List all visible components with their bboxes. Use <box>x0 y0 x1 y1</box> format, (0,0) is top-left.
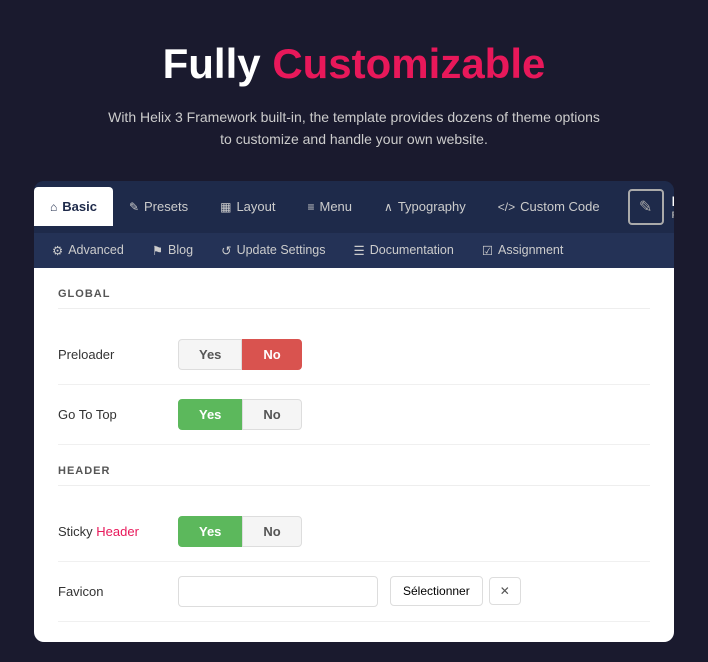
hero-title: Fully Customizable <box>104 40 604 88</box>
menu-icon: ≡ <box>307 200 314 214</box>
content-area: GLOBAL Preloader Yes No Go To Top Yes No… <box>34 268 674 642</box>
code-icon: </> <box>498 200 515 214</box>
go-to-top-yes-btn[interactable]: Yes <box>178 399 242 430</box>
tab-assignment[interactable]: ☑ Assignment <box>468 233 578 268</box>
favicon-controls: Sélectionner ✕ <box>178 576 521 607</box>
home-icon: ⌂ <box>50 200 57 214</box>
global-section-label: GLOBAL <box>58 288 650 309</box>
tab-documentation[interactable]: ☰ Documentation <box>340 233 468 268</box>
nav-row-1: ⌂ Basic ✎ Presets ▦ Layout ≡ Menu ∧ Typo… <box>34 181 674 233</box>
favicon-input[interactable] <box>178 576 378 607</box>
tab-custom-code-label: Custom Code <box>520 199 599 214</box>
tab-presets[interactable]: ✎ Presets <box>113 187 204 226</box>
tab-assignment-label: Assignment <box>498 243 563 257</box>
preloader-row: Preloader Yes No <box>58 325 650 385</box>
sticky-header-toggle: Yes No <box>178 516 302 547</box>
helix-logo-text: HELIX3 FRAMEWORK <box>672 193 674 221</box>
tab-custom-code[interactable]: </> Custom Code <box>482 187 616 226</box>
sticky-header-yes-btn[interactable]: Yes <box>178 516 242 547</box>
doc-icon: ☰ <box>354 243 365 258</box>
preloader-no-btn[interactable]: No <box>242 339 301 370</box>
assignment-icon: ☑ <box>482 243 493 258</box>
sticky-header-label: Sticky Header <box>58 524 178 539</box>
tab-basic[interactable]: ⌂ Basic <box>34 187 113 226</box>
go-to-top-toggle: Yes No <box>178 399 302 430</box>
tab-blog[interactable]: ⚑ Blog <box>138 233 207 268</box>
favicon-label: Favicon <box>58 584 178 599</box>
panel-container: ⌂ Basic ✎ Presets ▦ Layout ≡ Menu ∧ Typo… <box>34 181 674 642</box>
tab-layout[interactable]: ▦ Layout <box>204 187 291 226</box>
preloader-yes-btn[interactable]: Yes <box>178 339 242 370</box>
tab-typography[interactable]: ∧ Typography <box>368 187 482 226</box>
tab-menu[interactable]: ≡ Menu <box>291 187 368 226</box>
go-to-top-row: Go To Top Yes No <box>58 385 650 445</box>
hero-title-plain: Fully <box>163 40 273 87</box>
header-section: HEADER Sticky Header Yes No Favicon Séle… <box>58 465 650 622</box>
hero-section: Fully Customizable With Helix 3 Framewor… <box>44 0 664 181</box>
tab-typography-label: Typography <box>398 199 466 214</box>
update-icon: ↺ <box>221 243 231 258</box>
blog-icon: ⚑ <box>152 243 163 258</box>
hero-subtitle: With Helix 3 Framework built-in, the tem… <box>104 106 604 151</box>
hero-title-highlight: Customizable <box>272 40 545 87</box>
favicon-select-btn[interactable]: Sélectionner <box>390 576 483 606</box>
helix-logo-box: ✎ <box>628 189 664 225</box>
typography-icon: ∧ <box>384 200 393 214</box>
preloader-toggle: Yes No <box>178 339 302 370</box>
favicon-clear-btn[interactable]: ✕ <box>489 577 521 605</box>
tab-basic-label: Basic <box>62 199 97 214</box>
header-section-label: HEADER <box>58 465 650 486</box>
presets-icon: ✎ <box>129 200 139 214</box>
helix-logo: ✎ HELIX3 FRAMEWORK <box>616 181 674 233</box>
advanced-icon: ⚙ <box>52 243 63 258</box>
tab-layout-label: Layout <box>236 199 275 214</box>
tab-update-settings-label: Update Settings <box>237 243 326 257</box>
layout-icon: ▦ <box>220 200 231 214</box>
go-to-top-label: Go To Top <box>58 407 178 422</box>
tab-advanced-label: Advanced <box>68 243 124 257</box>
favicon-row: Favicon Sélectionner ✕ <box>58 562 650 622</box>
go-to-top-no-btn[interactable]: No <box>242 399 301 430</box>
sticky-header-row: Sticky Header Yes No <box>58 502 650 562</box>
tab-presets-label: Presets <box>144 199 188 214</box>
sticky-header-no-btn[interactable]: No <box>242 516 301 547</box>
tab-advanced[interactable]: ⚙ Advanced <box>38 233 138 268</box>
tab-documentation-label: Documentation <box>370 243 454 257</box>
preloader-label: Preloader <box>58 347 178 362</box>
tab-menu-label: Menu <box>320 199 353 214</box>
nav-bar: ⌂ Basic ✎ Presets ▦ Layout ≡ Menu ∧ Typo… <box>34 181 674 268</box>
tab-update-settings[interactable]: ↺ Update Settings <box>207 233 339 268</box>
tab-blog-label: Blog <box>168 243 193 257</box>
nav-row-2: ⚙ Advanced ⚑ Blog ↺ Update Settings ☰ Do… <box>34 233 674 268</box>
